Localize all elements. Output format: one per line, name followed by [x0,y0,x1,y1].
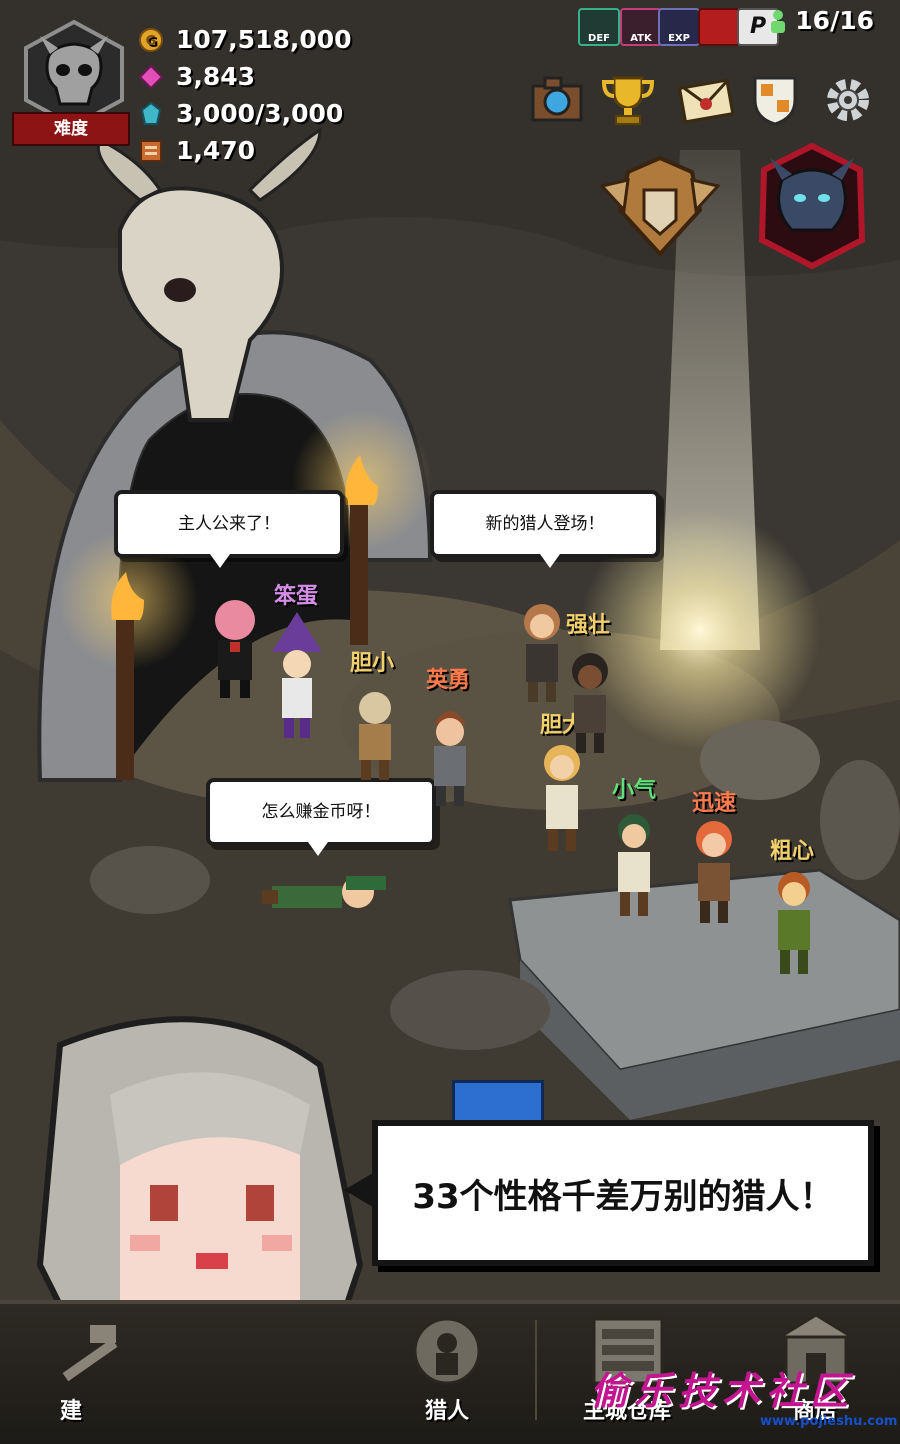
hunter-tag: 迅速 [692,791,737,816]
hunter-sprite[interactable] [764,866,824,978]
hunter-tag: 粗心 [770,839,815,864]
gem-counter: 3,843 [138,62,255,91]
trophy-icon[interactable] [598,70,658,130]
hunter-sprite[interactable] [345,684,405,784]
difficulty-label: 难度 [12,112,130,146]
promo-banner: 33个性格千差万别的猎人！ [344,1120,874,1266]
person-icon [771,9,786,33]
hunter-tag: 强壮 [566,613,611,638]
gem-value: 3,843 [176,62,256,91]
atk-buff-icon[interactable]: ATK [620,8,662,46]
nav-build-label: 建 [60,1399,83,1424]
hunter-sprite[interactable] [604,808,664,920]
hunter-icon [413,1317,481,1385]
hammer-icon [62,1325,118,1382]
speech-bubble-left: 主人公来了！ [114,490,344,568]
hunter-tag: 小气 [612,778,657,803]
hunter-sprite[interactable] [684,815,744,927]
def-buff-icon[interactable]: DEF [578,8,620,46]
ticket-icon [140,139,162,162]
blue-crystal-icon [140,101,162,125]
ticket-value: 1,470 [176,136,256,165]
gear-icon[interactable] [818,70,878,130]
gold-counter: G 107,518,000 [138,25,352,54]
hunter-sprite-lying[interactable] [262,862,402,922]
hunter-tag: 胆小 [350,651,395,676]
nav-hunters-label: 猎人 [424,1399,469,1424]
boss-demon-icon[interactable] [752,140,872,270]
hunter-sprite[interactable] [262,612,332,742]
speech-bubble-bottom: 怎么赚金币呀！ [206,778,436,856]
hunter-tag: 笨蛋 [274,584,319,609]
watermark-text: 偷乐技术社区 [590,1369,855,1413]
watermark-url: www.pojieshu.com [760,1414,898,1429]
hunter-sprite[interactable] [420,698,480,808]
gold-value: 107,518,000 [176,25,352,54]
pink-gem-icon [138,64,164,89]
nav-hunters[interactable]: 猎人 [372,1305,522,1435]
hunter-sprite[interactable] [532,735,592,855]
hunter-tag: 英勇 [426,668,471,693]
svg-text:G: G [146,34,157,49]
promo-text: 33个性格千差万别的猎人！ [412,1176,834,1217]
camera-icon[interactable] [527,70,587,130]
nav-build[interactable]: 建 [20,1305,170,1435]
population-value: 16/16 [795,6,874,35]
gift-buff-icon[interactable] [698,8,740,46]
guild-emblem-icon[interactable] [745,70,805,130]
ticket-counter: 1,470 [138,136,255,165]
crystal-value: 3,000/3,000 [176,99,344,128]
crystal-counter: 3,000/3,000 [138,99,343,128]
hunter-sprite[interactable] [200,590,270,700]
speech-bubble-right: 新的猎人登场！ [430,490,660,568]
exp-buff-icon[interactable]: EXP [658,8,700,46]
mail-icon[interactable] [676,70,736,130]
population-counter: 16/16 [769,6,874,35]
gold-coin-icon: G [139,27,163,52]
nav-divider [535,1320,537,1420]
rank-badge-icon[interactable] [599,150,721,260]
